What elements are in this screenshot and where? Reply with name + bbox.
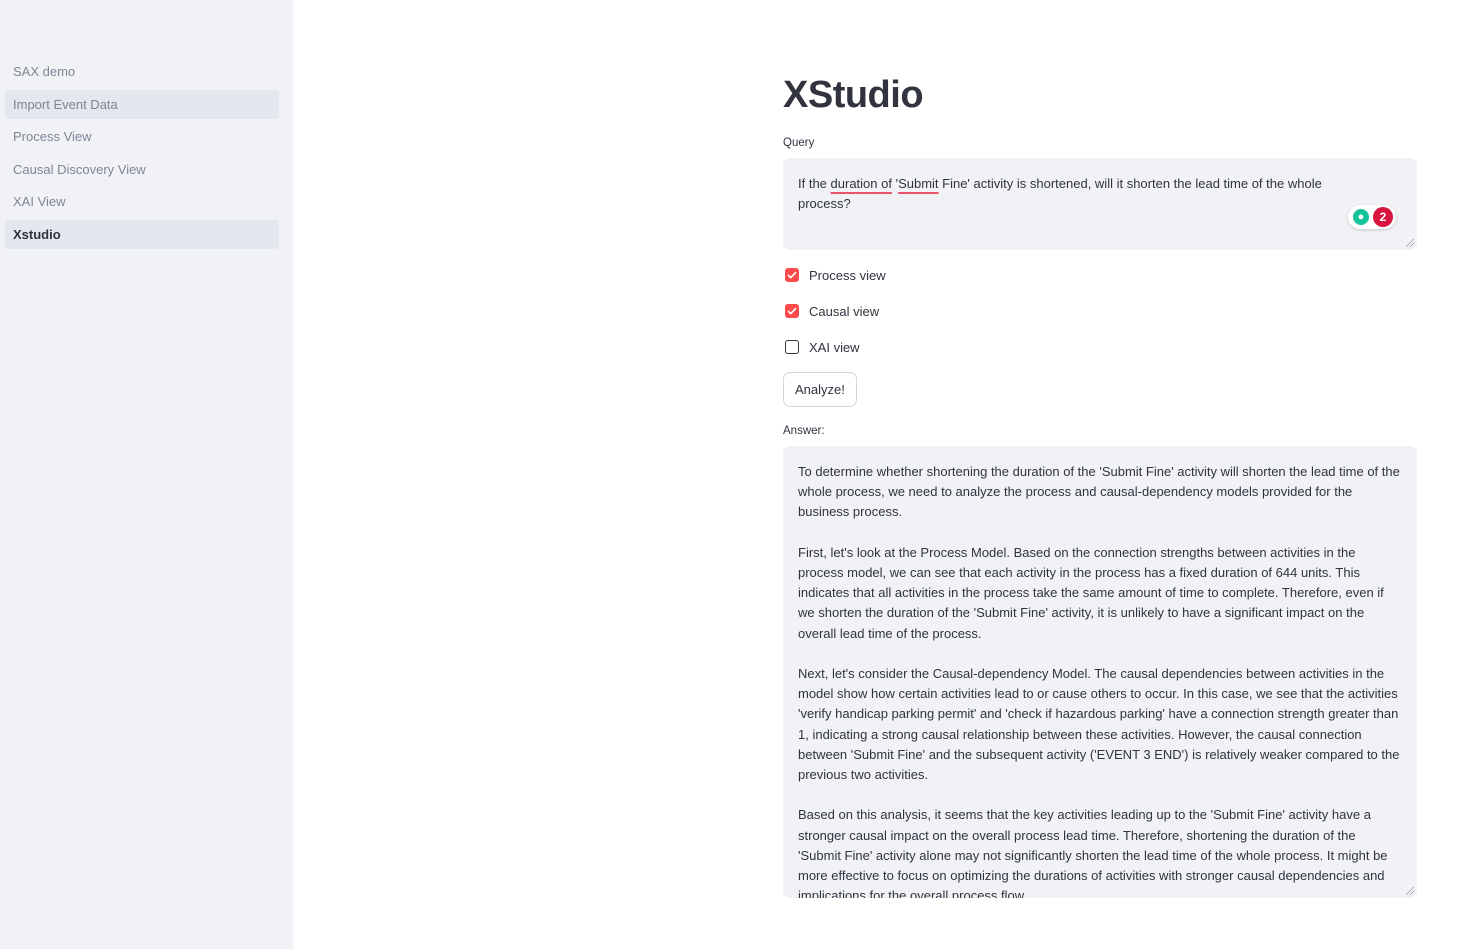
causal-view-label: Causal view bbox=[809, 303, 880, 319]
sidebar-item-causal-discovery-view[interactable]: Causal Discovery View bbox=[5, 155, 279, 184]
causal-view-checkbox[interactable] bbox=[785, 304, 799, 318]
query-textarea[interactable]: If the duration of 'Submit Fine' activit… bbox=[783, 158, 1417, 250]
sidebar-item-process-view[interactable]: Process View bbox=[5, 122, 279, 151]
grammarly-bulb-icon: ● bbox=[1353, 209, 1369, 225]
sidebar-item-xstudio[interactable]: Xstudio bbox=[5, 219, 279, 249]
check-icon bbox=[787, 271, 797, 279]
sidebar-item-xai-view[interactable]: XAI View bbox=[5, 187, 279, 216]
sidebar-item-import-event-data[interactable]: Import Event Data bbox=[5, 89, 279, 119]
answer-paragraph: Next, let's consider the Causal-dependen… bbox=[798, 666, 1400, 783]
answer-paragraph: To determine whether shortening the dura… bbox=[798, 464, 1400, 520]
process-view-checkbox-row[interactable]: Process view bbox=[785, 266, 886, 284]
query-text-start: If the bbox=[798, 176, 831, 191]
app-window: SAX demo Import Event Data Process View … bbox=[0, 0, 1462, 949]
grammarly-issue-count: 2 bbox=[1373, 207, 1393, 227]
xai-view-checkbox-row[interactable]: XAI view bbox=[785, 338, 860, 356]
analyze-button[interactable]: Analyze! bbox=[783, 372, 857, 407]
answer-resize-handle[interactable] bbox=[1406, 887, 1414, 895]
answer-paragraph: Based on this analysis, it seems that th… bbox=[798, 807, 1388, 898]
causal-view-checkbox-row[interactable]: Causal view bbox=[785, 302, 879, 320]
spelling-error-submit[interactable]: Submit bbox=[898, 176, 938, 191]
answer-paragraph: First, let's look at the Process Model. … bbox=[798, 544, 1384, 641]
xai-view-label: XAI view bbox=[809, 339, 860, 355]
page-title: XStudio bbox=[783, 74, 924, 116]
grammarly-widget[interactable]: ● 2 bbox=[1348, 205, 1396, 229]
process-view-checkbox[interactable] bbox=[785, 268, 799, 282]
xai-view-checkbox[interactable] bbox=[785, 340, 799, 354]
process-view-label: Process view bbox=[809, 267, 886, 283]
answer-label: Answer: bbox=[783, 425, 825, 437]
sidebar: SAX demo Import Event Data Process View … bbox=[0, 0, 293, 949]
spelling-error-duration-of[interactable]: duration of bbox=[831, 176, 892, 191]
answer-textarea[interactable]: To determine whether shortening the dura… bbox=[783, 446, 1417, 898]
sidebar-item-sax-demo[interactable]: SAX demo bbox=[5, 57, 279, 86]
query-label: Query bbox=[783, 137, 815, 149]
query-resize-handle[interactable] bbox=[1406, 239, 1414, 247]
check-icon bbox=[787, 307, 797, 315]
